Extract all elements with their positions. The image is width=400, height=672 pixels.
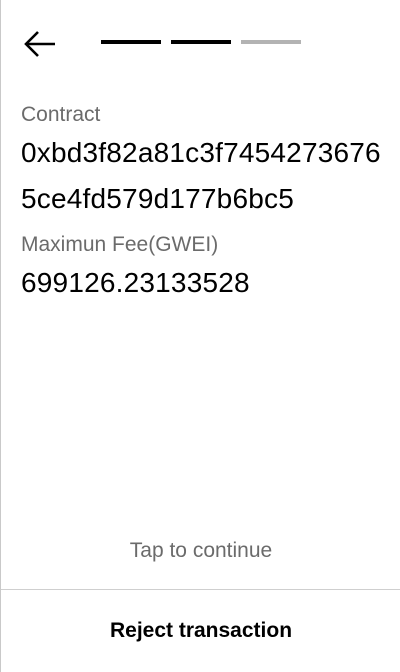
back-button[interactable] [17,24,63,64]
contract-address-value: 0xbd3f82a81c3f74542736765ce4fd579d177b6b… [21,137,381,214]
tap-to-continue-hint[interactable]: Tap to continue [1,536,400,566]
progress-step-complete [171,40,231,44]
max-fee-label: Maximun Fee(GWEI) [21,233,219,256]
transaction-review-screen: Contract 0xbd3f82a81c3f74542736765ce4fd5… [0,0,400,672]
progress-step-pending [241,40,301,44]
contract-label: Contract [21,103,101,126]
progress-step-complete [101,40,161,44]
step-progress-indicator [101,40,301,44]
reject-transaction-button[interactable]: Reject transaction [1,590,400,672]
transaction-details: Contract 0xbd3f82a81c3f74542736765ce4fd5… [21,100,391,306]
max-fee-value: 699126.23133528 [21,267,250,298]
arrow-left-icon [24,31,55,57]
